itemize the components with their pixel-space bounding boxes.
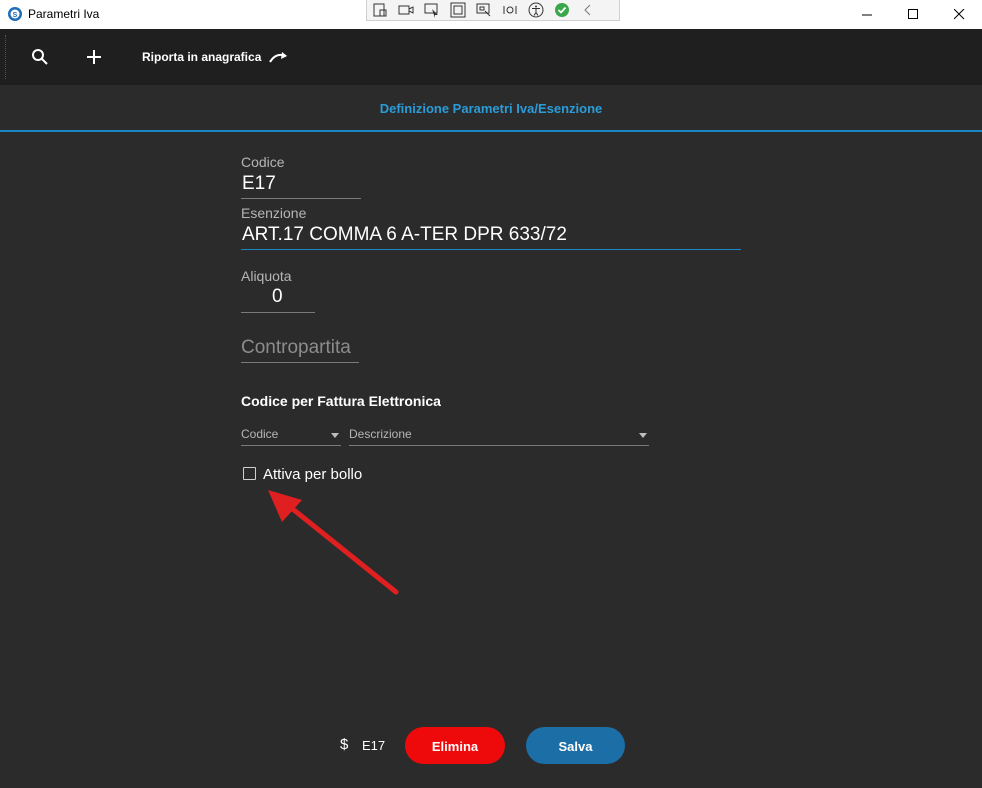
footer-code: E17 <box>362 738 386 753</box>
track-focus-icon[interactable] <box>471 1 497 19</box>
chevron-down-icon <box>331 433 339 438</box>
codice-label: Codice <box>241 154 285 170</box>
close-button[interactable] <box>936 0 982 29</box>
dollar-icon: $ <box>340 736 349 753</box>
annotation-arrow-icon <box>268 490 399 595</box>
aliquota-underline <box>241 312 315 313</box>
main-toolbar: Riporta in anagrafica <box>0 29 982 85</box>
check-ok-icon[interactable] <box>549 1 575 19</box>
hot-reload-icon[interactable] <box>497 1 523 19</box>
live-visual-tree-icon[interactable] <box>367 1 393 19</box>
riporta-in-anagrafica-button[interactable]: Riporta in anagrafica <box>142 50 261 64</box>
fe-codice-placeholder: Codice <box>241 427 279 441</box>
search-icon <box>32 49 48 65</box>
close-icon <box>953 9 964 20</box>
search-button[interactable] <box>28 45 52 69</box>
select-element-icon[interactable] <box>419 1 445 19</box>
esenzione-underline <box>241 249 741 250</box>
attiva-per-bollo-label[interactable]: Attiva per bollo <box>263 466 362 483</box>
esenzione-input[interactable]: ART.17 COMMA 6 A-TER DPR 633/72 <box>242 224 567 246</box>
chevron-down-icon <box>639 433 647 438</box>
collapse-chevron-icon[interactable] <box>575 1 601 19</box>
maximize-button[interactable] <box>890 0 936 29</box>
layout-adorner-icon[interactable] <box>445 1 471 19</box>
window-titlebar: S Parametri Iva <box>0 0 982 29</box>
aliquota-label: Aliquota <box>241 268 292 284</box>
contropartita-underline <box>241 362 359 363</box>
add-button[interactable] <box>82 45 106 69</box>
fe-descrizione-select[interactable]: Descrizione <box>349 427 649 446</box>
minimize-icon <box>861 14 872 16</box>
contropartita-input[interactable]: Contropartita <box>241 337 351 359</box>
salva-button[interactable]: Salva <box>526 727 625 764</box>
fe-codice-select[interactable]: Codice <box>241 427 341 446</box>
toolbar-grip <box>5 35 7 79</box>
minimize-button[interactable] <box>844 0 890 29</box>
aliquota-input[interactable]: 0 <box>272 286 283 308</box>
plus-icon <box>87 50 101 64</box>
esenzione-label: Esenzione <box>241 205 307 221</box>
debug-toolbar <box>366 0 620 21</box>
codice-input[interactable]: E17 <box>242 173 276 195</box>
window-title: Parametri Iva <box>28 7 100 21</box>
codice-underline <box>241 198 361 199</box>
redo-arrow-icon <box>269 52 287 63</box>
page-title: Definizione Parametri Iva/Esenzione <box>379 101 603 116</box>
video-icon[interactable] <box>393 1 419 19</box>
header-divider <box>0 130 982 132</box>
accessibility-icon[interactable] <box>523 1 549 19</box>
app-icon: S <box>8 7 22 21</box>
elimina-button[interactable]: Elimina <box>405 727 505 764</box>
attiva-per-bollo-checkbox[interactable] <box>243 467 256 480</box>
svg-text:S: S <box>13 12 18 19</box>
fattura-elettronica-section-title: Codice per Fattura Elettronica <box>241 393 441 409</box>
fe-descrizione-placeholder: Descrizione <box>349 427 412 441</box>
maximize-icon <box>907 9 918 19</box>
